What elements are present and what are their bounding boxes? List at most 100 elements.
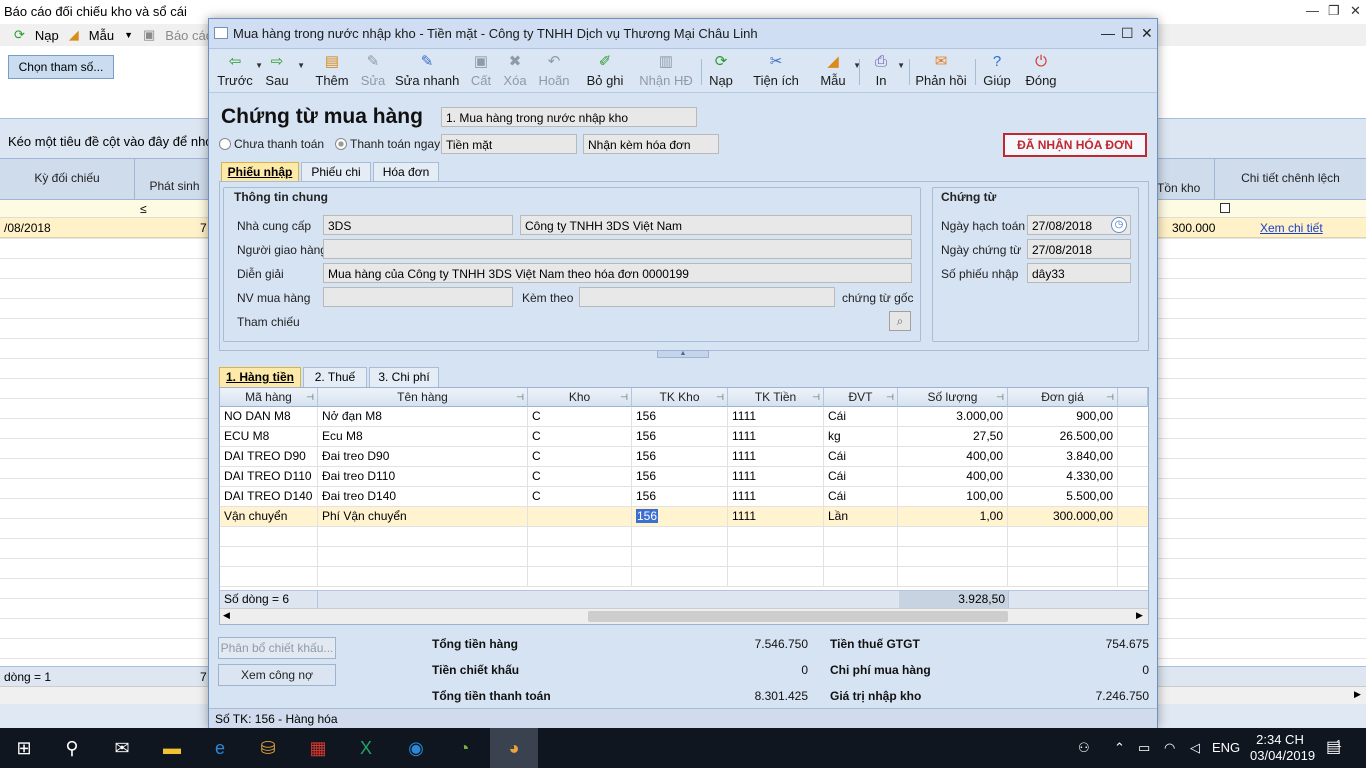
- cell-kho[interactable]: C: [528, 427, 632, 447]
- allocate-discount-button[interactable]: Phân bổ chiết khấu...: [218, 637, 336, 659]
- column-header[interactable]: TK Tiền ⊣: [728, 388, 824, 407]
- column-header[interactable]: Tên hàng ⊣: [318, 388, 528, 407]
- view-debt-button[interactable]: Xem công nợ: [218, 664, 336, 686]
- cell-dvt[interactable]: Cái: [824, 407, 898, 427]
- reference-search-icon[interactable]: ⌕: [889, 311, 911, 331]
- cell-dvt[interactable]: Lần: [824, 507, 898, 527]
- battery-icon[interactable]: ▭: [1138, 728, 1150, 768]
- reload-icon[interactable]: ⟳: [14, 27, 25, 43]
- close-icon[interactable]: ✕: [1350, 3, 1361, 19]
- deliverer-field[interactable]: [323, 239, 912, 259]
- help-toolbar-button[interactable]: ? Giúp: [981, 53, 1013, 91]
- column-header[interactable]: Kho ⊣: [528, 388, 632, 407]
- chrome-icon[interactable]: ◕: [490, 728, 538, 768]
- cell-tk_kho[interactable]: 156: [632, 487, 728, 507]
- tab-phieu-nhap[interactable]: Phiếu nhập: [221, 162, 299, 182]
- arrow-left-toolbar-button[interactable]: ⇦ Trước ▼: [217, 53, 263, 91]
- column-header[interactable]: Đơn giá ⊣: [1008, 388, 1118, 407]
- cell-tk_kho[interactable]: [632, 567, 728, 587]
- cell-tk_tien[interactable]: [728, 527, 824, 547]
- volume-icon[interactable]: ◁: [1190, 728, 1200, 768]
- cell-ma[interactable]: DAI TREO D90: [220, 447, 318, 467]
- view-detail-link[interactable]: Xem chi tiết: [1260, 221, 1323, 235]
- scroll-right-icon[interactable]: ▶: [1354, 689, 1361, 700]
- print-toolbar-button[interactable]: ⎙ In ▼: [867, 53, 905, 91]
- tools-toolbar-button[interactable]: ✂ Tiện ích: [749, 53, 803, 91]
- col-ton-kho[interactable]: Tồn kho: [1155, 159, 1215, 199]
- cell-sl[interactable]: 400,00: [898, 467, 1008, 487]
- windows-start-icon[interactable]: ⊞: [0, 728, 48, 768]
- pin-icon[interactable]: ⊣: [620, 388, 628, 406]
- cell-ma[interactable]: [220, 527, 318, 547]
- voucher-no-field[interactable]: dây33: [1027, 263, 1131, 283]
- cell-kho[interactable]: C: [528, 407, 632, 427]
- tab-thue[interactable]: 2. Thuế: [303, 367, 367, 387]
- pin-icon[interactable]: ⊣: [886, 388, 894, 406]
- buyer-field[interactable]: [323, 287, 513, 307]
- pin-icon[interactable]: ⊣: [1106, 388, 1114, 406]
- cell-ten[interactable]: Đai treo D90: [318, 447, 528, 467]
- wifi-icon[interactable]: ◠: [1164, 728, 1175, 768]
- cell-kho[interactable]: C: [528, 467, 632, 487]
- pin-icon[interactable]: ⊣: [996, 388, 1004, 406]
- radio-paid[interactable]: Thanh toán ngay: [335, 137, 440, 151]
- reload-toolbar-button[interactable]: ⟳ Nạp: [707, 53, 735, 91]
- minimize-icon[interactable]: —: [1101, 25, 1115, 41]
- cell-sl[interactable]: 400,00: [898, 447, 1008, 467]
- cell-tk_kho[interactable]: 156: [632, 467, 728, 487]
- cell-dg[interactable]: [1008, 567, 1118, 587]
- cell-kho[interactable]: [528, 507, 632, 527]
- table-row[interactable]: DAI TREO D90 Đai treo D90 C 156 1111 Cái 400,0…: [220, 447, 1148, 467]
- pin-icon[interactable]: ⊣: [812, 388, 820, 406]
- gift-icon[interactable]: ▦: [294, 728, 342, 768]
- detail-horizontal-scrollbar[interactable]: ◀ ▶: [220, 608, 1148, 624]
- cell-tk_tien[interactable]: [728, 567, 824, 587]
- radio-paid-icon[interactable]: [335, 138, 347, 150]
- col-ky-doi-chieu[interactable]: Kỳ đối chiếu: [0, 159, 135, 199]
- bg-mau-button[interactable]: Mẫu: [89, 28, 114, 43]
- cell-dvt[interactable]: [824, 547, 898, 567]
- table-row[interactable]: DAI TREO D110 Đai treo D110 C 156 1111 Cái 400…: [220, 467, 1148, 487]
- col-chi-tiet[interactable]: Chi tiết chênh lệch: [1215, 159, 1366, 199]
- cell-sl[interactable]: 1,00: [898, 507, 1008, 527]
- cell-dvt[interactable]: kg: [824, 427, 898, 447]
- template-toolbar-button[interactable]: ◢ Mẫu ▼: [815, 53, 861, 91]
- scroll-left-icon[interactable]: ◀: [223, 610, 230, 621]
- pin-icon[interactable]: ⊣: [716, 388, 724, 406]
- supplier-name-field[interactable]: Công ty TNHH 3DS Việt Nam: [520, 215, 912, 235]
- cell-tk_tien[interactable]: 1111: [728, 427, 824, 447]
- column-header[interactable]: ĐVT ⊣: [824, 388, 898, 407]
- cell-tk_tien[interactable]: 1111: [728, 507, 824, 527]
- cell-dg[interactable]: 300.000,00: [1008, 507, 1118, 527]
- radio-unpaid-icon[interactable]: [219, 138, 231, 150]
- cell-dg[interactable]: [1008, 547, 1118, 567]
- scroll-right-icon[interactable]: ▶: [1136, 610, 1143, 621]
- voucher-type-select[interactable]: 1. Mua hàng trong nước nhập kho: [441, 107, 697, 127]
- cell-ma[interactable]: NO DAN M8: [220, 407, 318, 427]
- cell-dg[interactable]: [1008, 527, 1118, 547]
- filter-operator[interactable]: ≤: [140, 202, 147, 216]
- cell-dg[interactable]: 900,00: [1008, 407, 1118, 427]
- cell-sl[interactable]: 3.000,00: [898, 407, 1008, 427]
- excel-icon[interactable]: X: [342, 728, 390, 768]
- clock-icon[interactable]: ◷: [1111, 217, 1127, 233]
- chevron-down-icon[interactable]: ▼: [124, 30, 133, 40]
- cell-ma[interactable]: [220, 547, 318, 567]
- pin-icon[interactable]: ⊣: [306, 388, 314, 406]
- cell-dg[interactable]: 3.840,00: [1008, 447, 1118, 467]
- cell-dvt[interactable]: Cái: [824, 467, 898, 487]
- cell-tk_kho[interactable]: 156: [632, 427, 728, 447]
- tab-chi-phi[interactable]: 3. Chi phí: [369, 367, 439, 387]
- cell-ten[interactable]: [318, 567, 528, 587]
- cell-dg[interactable]: 26.500,00: [1008, 427, 1118, 447]
- cell-sl[interactable]: [898, 547, 1008, 567]
- cell-tk_tien[interactable]: [728, 547, 824, 567]
- language-indicator[interactable]: ENG: [1212, 728, 1240, 768]
- people-icon[interactable]: ⚇: [1078, 728, 1090, 768]
- accounting-app-icon[interactable]: ◔: [440, 728, 488, 768]
- file-explorer-icon[interactable]: ▬: [148, 728, 196, 768]
- cell-kho[interactable]: [528, 567, 632, 587]
- search-icon[interactable]: ⚲: [48, 728, 96, 768]
- receive-invoice-toolbar-button[interactable]: ▥ Nhận HĐ: [639, 53, 693, 91]
- empty-row[interactable]: [220, 527, 1148, 547]
